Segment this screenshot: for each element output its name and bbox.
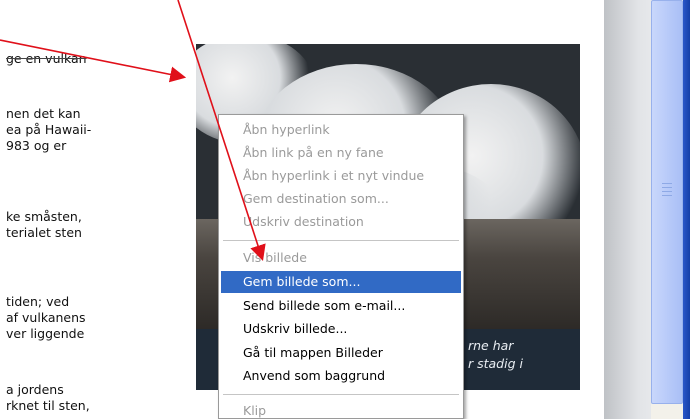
menu-item-open-hyperlink-new-window[interactable]: Åbn hyperlink i et nyt vindue [221,165,461,187]
menu-separator [223,394,459,395]
menu-item-print-picture[interactable]: Udskriv billede... [221,318,461,340]
menu-item-show-picture[interactable]: Vis billede [221,247,461,269]
article-text-line: terialet sten [6,225,82,240]
scrollbar-grip-line [662,195,672,196]
article-text-line: ge en vulkan [6,51,87,66]
menu-item-email-picture[interactable]: Send billede som e-mail... [221,295,461,317]
menu-item-cut[interactable]: Klip [221,400,461,418]
menu-item-open-hyperlink[interactable]: Åbn hyperlink [221,119,461,141]
article-text-line: ea på Hawaii- [6,122,92,137]
article-text-line: af vulkanens [6,310,86,325]
article-text-line: rknet til sten, [6,398,90,413]
context-menu: Åbn hyperlink Åbn link på en ny fane Åbn… [218,114,464,419]
window-frame-edge [683,0,690,419]
article-text-line: tiden; ved [6,294,70,309]
menu-item-open-link-new-tab[interactable]: Åbn link på en ny fane [221,142,461,164]
article-text-line: ke småsten, [6,209,82,224]
article-text-line: a jordens [6,382,64,397]
article-text-line: nen det kan [6,106,81,121]
menu-item-save-picture-as[interactable]: Gem billede som... [221,271,461,293]
menu-item-go-to-pictures-folder[interactable]: Gå til mappen Billeder [221,342,461,364]
scrollbar-grip-line [662,183,672,184]
menu-item-print-target[interactable]: Udskriv destination [221,211,461,233]
scrollbar-grip-line [662,191,672,192]
article-text-line: 983 og er [6,138,67,153]
photo-caption-line: rne har [468,338,514,353]
menu-separator [223,240,459,241]
menu-item-set-as-background[interactable]: Anvend som baggrund [221,365,461,387]
menu-item-save-target-as[interactable]: Gem destination som... [221,188,461,210]
scrollbar-thumb[interactable] [651,0,683,404]
photo-caption-line: r stadig i [468,356,523,371]
scrollbar-grip-line [662,187,672,188]
article-text-line: ver liggende [6,326,85,341]
